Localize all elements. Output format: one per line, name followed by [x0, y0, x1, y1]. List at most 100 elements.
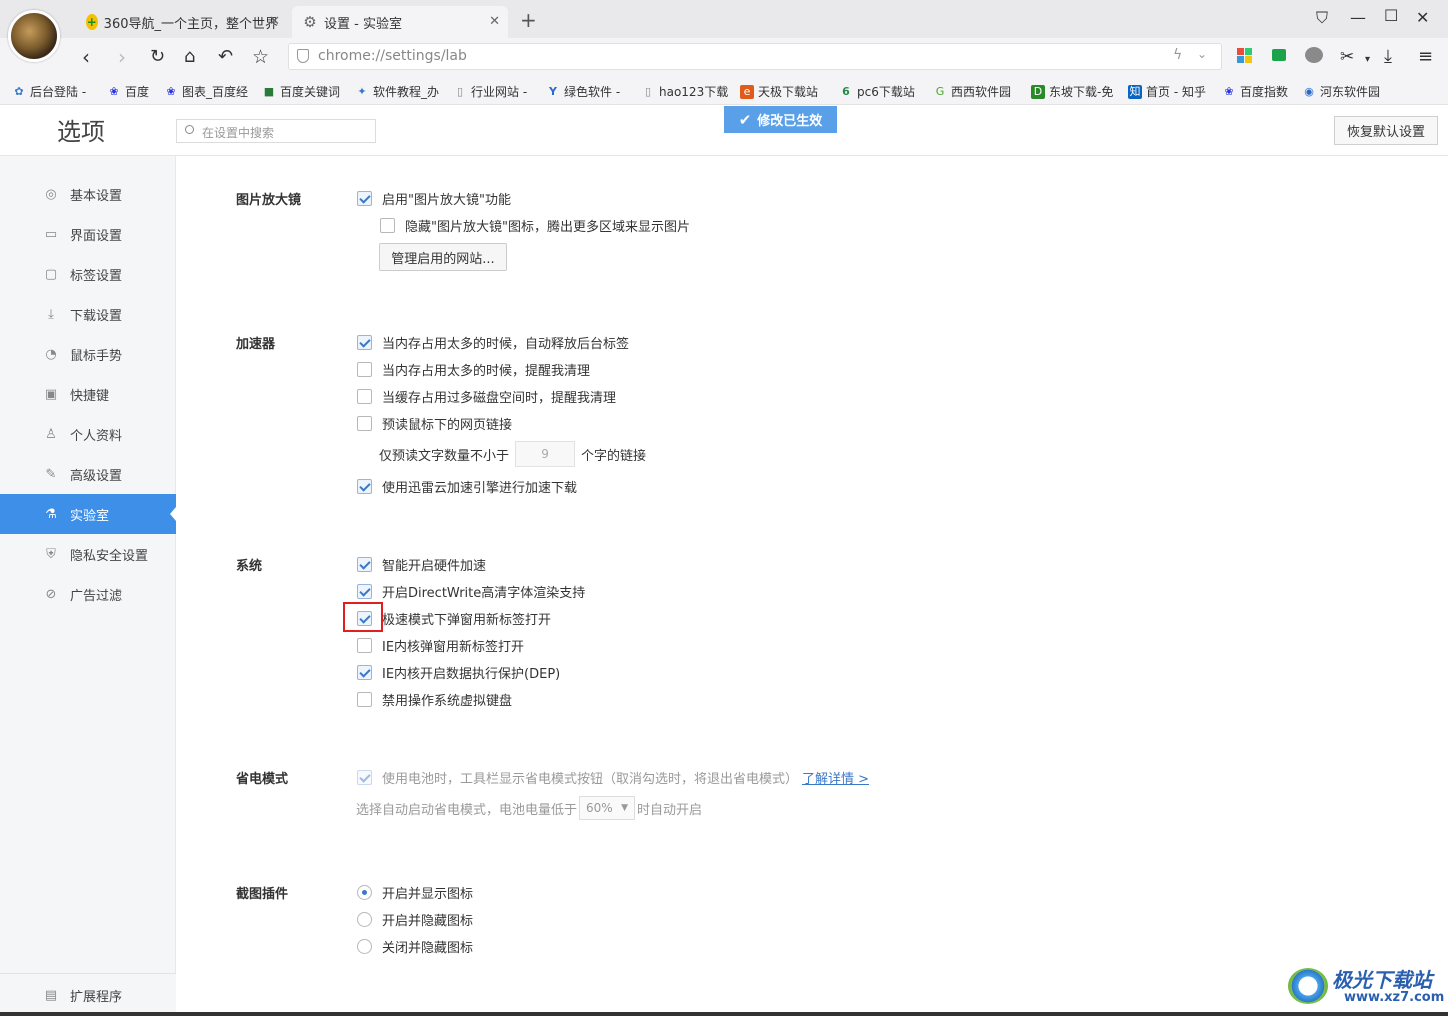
sidebar-item-shortcuts[interactable]: ▣ 快捷键 — [0, 374, 176, 414]
apps-icon[interactable] — [1237, 48, 1252, 63]
scissors-dropdown-icon[interactable]: ▾ — [1365, 48, 1370, 72]
screenshot-option-hide[interactable]: 开启并隐藏图标 — [357, 910, 473, 929]
checkbox[interactable] — [380, 218, 395, 233]
ie-popup-option[interactable]: IE内核弹窗用新标签打开 — [357, 636, 524, 655]
bookmark-item[interactable]: ▯ hao123下载 — [641, 83, 728, 100]
release-tabs-option[interactable]: 当内存占用太多的时候，自动释放后台标签 — [357, 333, 629, 352]
skin-icon[interactable]: ⛉ — [1316, 8, 1328, 28]
screenshot-option-off[interactable]: 关闭并隐藏图标 — [357, 937, 473, 956]
bookmark-item[interactable]: ■ 百度关键词 — [262, 83, 340, 100]
star-icon[interactable]: ☆ — [252, 45, 269, 69]
sidebar-item-download[interactable]: ⤓ 下载设置 — [0, 294, 176, 334]
screenshot-option-show[interactable]: 开启并显示图标 — [357, 883, 473, 902]
checkbox[interactable] — [357, 770, 372, 785]
bookmark-item[interactable]: ❀ 百度 — [107, 83, 149, 100]
download-icon[interactable]: ⤓ — [1384, 45, 1392, 69]
bookmark-item[interactable]: ❀ 图表_百度经 — [164, 83, 248, 100]
back-icon[interactable]: ‹ — [82, 45, 90, 69]
checkbox[interactable] — [357, 692, 372, 707]
learn-more-link[interactable]: 了解详情 > — [802, 768, 869, 787]
sidebar-item-privacy[interactable]: ⛨ 隐私安全设置 — [0, 534, 176, 574]
tab-settings-lab[interactable]: ⚙ 设置 - 实验室 ✕ — [292, 6, 508, 38]
checkbox[interactable] — [357, 584, 372, 599]
close-window-button[interactable]: ✕ — [1416, 8, 1429, 27]
sidebar-item-extensions[interactable]: ▤ 扩展程序 — [0, 975, 176, 1015]
sidebar-item-interface[interactable]: ▭ 界面设置 — [0, 214, 176, 254]
checkbox[interactable] — [357, 362, 372, 377]
checkbox[interactable] — [357, 416, 372, 431]
maximize-button[interactable]: ☐ — [1384, 6, 1398, 25]
close-tab-icon[interactable]: ✕ — [489, 14, 500, 29]
minimize-button[interactable]: — — [1350, 8, 1366, 27]
bookmark-item[interactable]: 知首页 - 知乎 — [1128, 83, 1206, 100]
radio[interactable] — [357, 912, 372, 927]
user-avatar[interactable] — [8, 10, 60, 62]
preread-links-option[interactable]: 预读鼠标下的网页链接 — [357, 414, 512, 433]
flask-icon: ⚗ — [45, 506, 57, 522]
magnifier-enable-option[interactable]: 启用"图片放大镜"功能 — [357, 189, 511, 208]
hw-accel-option[interactable]: 智能开启硬件加速 — [357, 555, 486, 574]
thunder-accel-option[interactable]: 使用迅雷云加速引擎进行加速下载 — [357, 477, 577, 496]
preread-length-input[interactable]: 9 — [515, 441, 576, 467]
sidebar-item-advanced[interactable]: ✎ 高级设置 — [0, 454, 176, 494]
checkbox[interactable] — [357, 479, 372, 494]
checkbox[interactable] — [357, 638, 372, 653]
forward-icon[interactable]: › — [118, 45, 126, 69]
bookmark-item[interactable]: D 东坡下载-免 — [1031, 83, 1113, 100]
sidebar-item-tabs[interactable]: ▢ 标签设置 — [0, 254, 176, 294]
restore-defaults-button[interactable]: 恢复默认设置 — [1334, 116, 1438, 145]
battery-threshold-select[interactable]: 60% ▼ — [579, 796, 636, 820]
remind-memory-option[interactable]: 当内存占用太多的时候，提醒我清理 — [357, 360, 590, 379]
highlight-box — [343, 602, 383, 632]
sidebar-item-lab[interactable]: ⚗ 实验室 — [0, 494, 176, 534]
checkbox[interactable] — [357, 191, 372, 206]
chat-icon[interactable] — [1272, 49, 1286, 61]
settings-search-input[interactable]: 在设置中搜索 — [176, 119, 376, 143]
bookmark-item[interactable]: e 天极下载站 — [740, 83, 818, 100]
scissors-icon[interactable]: ✂ — [1340, 45, 1354, 69]
bookmark-icon: D — [1031, 84, 1045, 99]
battery-mode-option[interactable]: 使用电池时，工具栏显示省电模式按钮（取消勾选时，将退出省电模式） 了解详情 > — [357, 768, 869, 787]
remind-disk-option[interactable]: 当缓存占用过多磁盘空间时，提醒我清理 — [357, 387, 616, 406]
sidebar-item-profile[interactable]: ♙ 个人资料 — [0, 414, 176, 454]
ie-dep-option[interactable]: IE内核开启数据执行保护(DEP) — [357, 663, 560, 682]
magnifier-hide-icon-option[interactable]: 隐藏"图片放大镜"图标，腾出更多区域来显示图片 — [380, 216, 690, 235]
tab-icon: ▢ — [44, 266, 58, 282]
disable-vkb-option[interactable]: 禁用操作系统虚拟键盘 — [357, 690, 512, 709]
bookmark-item[interactable]: ✿ 后台登陆 - — [12, 83, 86, 100]
new-tab-button[interactable]: + — [520, 8, 537, 32]
block-icon: ⊘ — [45, 586, 57, 602]
bookmark-item[interactable]: ✦ 软件教程_办 — [355, 83, 439, 100]
menu-icon[interactable]: ≡ — [1418, 45, 1433, 69]
baidu-paw-icon: ❀ — [166, 84, 176, 98]
radio[interactable] — [357, 885, 372, 900]
reload-icon[interactable]: ↻ — [150, 45, 165, 69]
checkbox[interactable] — [357, 389, 372, 404]
home-icon[interactable]: ⌂ — [184, 45, 195, 69]
bookmark-item[interactable]: ▯ 行业网站 - — [453, 83, 527, 100]
directwrite-option[interactable]: 开启DirectWrite高清字体渲染支持 — [357, 582, 585, 601]
manage-sites-button[interactable]: 管理启用的网站... — [379, 243, 507, 271]
undo-close-icon[interactable]: ↶ — [218, 45, 233, 69]
sidebar-item-basic[interactable]: ◎ 基本设置 — [0, 174, 176, 214]
address-bar[interactable]: chrome://settings/lab ϟ ⌄ — [288, 43, 1222, 70]
chevron-down-icon[interactable]: ⌄ — [1197, 47, 1207, 61]
close-tab-icon[interactable]: ✕ — [269, 14, 280, 29]
bookmark-item[interactable]: Y 绿色软件 - — [546, 83, 620, 100]
tab-360-nav[interactable]: + 360导航_一个主页，整个世界 ✕ — [76, 6, 288, 38]
bookmark-item[interactable]: ◉ 河东软件园 — [1302, 83, 1380, 100]
checkbox[interactable] — [357, 665, 372, 680]
game-icon[interactable] — [1305, 47, 1323, 63]
bookmark-item[interactable]: ❀ 百度指数 — [1222, 83, 1288, 100]
radio[interactable] — [357, 939, 372, 954]
bookmark-item[interactable]: G 西西软件园 — [933, 83, 1011, 100]
sidebar-item-adblock[interactable]: ⊘ 广告过滤 — [0, 574, 176, 614]
tab-bar: + 360导航_一个主页，整个世界 ✕ ⚙ 设置 - 实验室 ✕ + ⛉ — ☐… — [0, 0, 1448, 38]
checkbox[interactable] — [357, 557, 372, 572]
checkbox[interactable] — [357, 335, 372, 350]
sidebar-item-mouse[interactable]: ◔ 鼠标手势 — [0, 334, 176, 374]
saved-toast: ✔ 修改已生效 — [724, 106, 837, 133]
popup-newtab-option[interactable]: 极速模式下弹窗用新标签打开 — [357, 609, 551, 628]
lightning-icon[interactable]: ϟ — [1173, 47, 1182, 63]
bookmark-item[interactable]: 6 pc6下载站 — [839, 83, 915, 100]
